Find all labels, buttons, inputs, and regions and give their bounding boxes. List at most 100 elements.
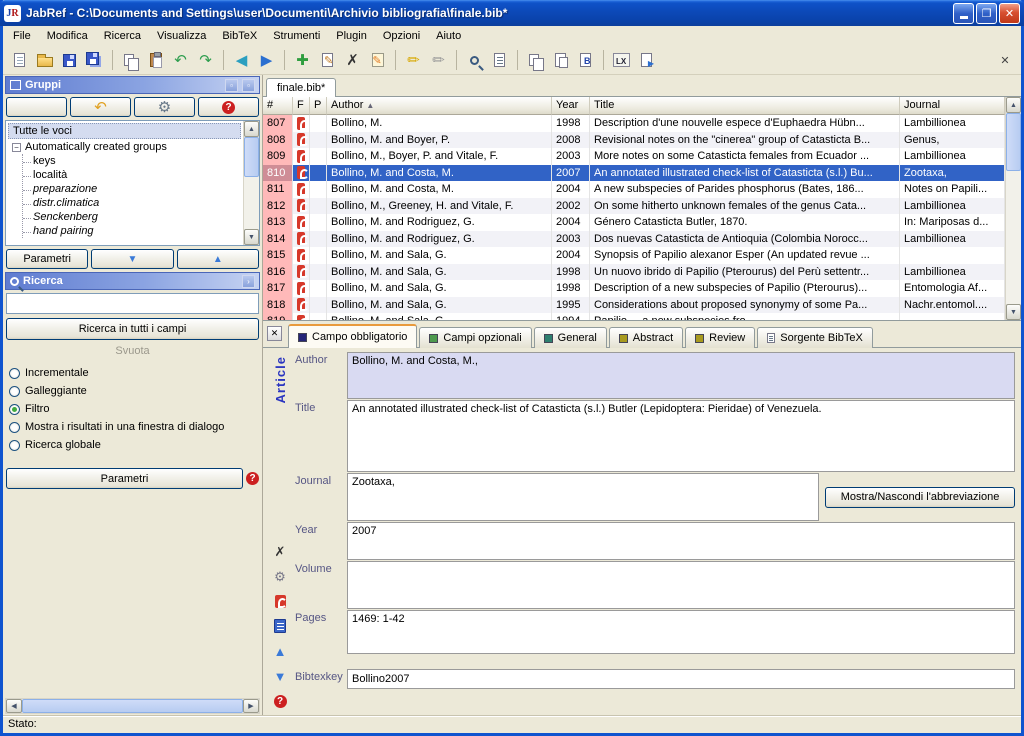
column-header-title[interactable]: Title bbox=[590, 97, 900, 115]
search-panel-collapse-button[interactable]: › bbox=[242, 275, 255, 288]
search-option-incrementale[interactable]: Incrementale bbox=[5, 364, 260, 382]
menu-strumenti[interactable]: Strumenti bbox=[265, 27, 328, 45]
table-scroll-track[interactable] bbox=[1006, 171, 1021, 304]
next-entry-button[interactable]: ▼ bbox=[270, 668, 290, 684]
maximize-button[interactable]: ❐ bbox=[976, 3, 997, 24]
hscroll-left-button[interactable]: ◀ bbox=[6, 699, 22, 713]
file-tab-finale[interactable]: finale.bib* bbox=[266, 78, 336, 97]
unmark-entries-button[interactable]: ✏ bbox=[426, 48, 451, 73]
column-header-p[interactable]: P bbox=[310, 97, 327, 115]
push-to-application-button[interactable] bbox=[634, 48, 659, 73]
tree-scroll-up-button[interactable]: ▲ bbox=[244, 121, 259, 137]
open-url-button[interactable] bbox=[270, 618, 290, 634]
tree-scroll-down-button[interactable]: ▼ bbox=[244, 229, 259, 245]
search-option-ricerca-globale[interactable]: Ricerca globale bbox=[5, 436, 260, 454]
edit-preamble-button[interactable] bbox=[365, 48, 390, 73]
group-item-preparazione[interactable]: preparazione bbox=[23, 182, 243, 196]
new-group-button[interactable] bbox=[6, 97, 67, 117]
entry-row-810[interactable]: 810Bollino, M. and Costa, M.2007An annot… bbox=[263, 165, 1005, 182]
save-all-button[interactable] bbox=[82, 48, 107, 73]
search-parameters-button[interactable]: Parametri bbox=[6, 468, 243, 489]
save-database-button[interactable] bbox=[57, 48, 82, 73]
search-results-button[interactable] bbox=[487, 48, 512, 73]
undo-group-button[interactable]: ↶ bbox=[70, 97, 131, 117]
table-scroll-down-button[interactable]: ▼ bbox=[1006, 304, 1021, 320]
search-all-fields-button[interactable]: Ricerca in tutti i campi bbox=[6, 318, 259, 340]
undo-button[interactable]: ↶ bbox=[168, 48, 193, 73]
open-pdf-button[interactable] bbox=[270, 593, 290, 609]
field-input-author[interactable] bbox=[347, 352, 1015, 399]
editor-tab-general[interactable]: General bbox=[534, 327, 607, 348]
entry-row-814[interactable]: 814Bollino, M. and Rodriguez, G.2003Dos … bbox=[263, 231, 1005, 248]
move-group-down-button[interactable]: ▼ bbox=[91, 249, 173, 269]
menu-aiuto[interactable]: Aiuto bbox=[428, 27, 469, 45]
column-header-year[interactable]: Year bbox=[552, 97, 590, 115]
editor-help-button[interactable]: ? bbox=[270, 693, 290, 709]
field-input-journal[interactable] bbox=[347, 473, 819, 521]
search-input[interactable] bbox=[6, 293, 259, 314]
group-item-all-entries[interactable]: Tutte le voci bbox=[8, 123, 241, 139]
menu-modifica[interactable]: Modifica bbox=[39, 27, 96, 45]
entry-row-812[interactable]: 812Bollino, M., Greeney, H. and Vitale, … bbox=[263, 198, 1005, 215]
group-item-senckenberg[interactable]: Senckenberg bbox=[23, 210, 243, 224]
copy-cite-button[interactable] bbox=[548, 48, 573, 73]
editor-close-button[interactable]: ✕ bbox=[267, 326, 282, 341]
toolbar-close-button[interactable]: ✕ bbox=[997, 52, 1013, 68]
entry-row-819[interactable]: 819Bollino, M. and Sala, G.1994Papilio .… bbox=[263, 313, 1005, 320]
editor-tab-campo-obbligatorio[interactable]: Campo obbligatorio bbox=[288, 324, 417, 348]
group-settings-button[interactable]: ⚙ bbox=[134, 97, 195, 117]
editor-tab-abstract[interactable]: Abstract bbox=[609, 327, 683, 348]
group-help-button[interactable]: ? bbox=[198, 97, 259, 117]
column-header-[interactable]: # bbox=[263, 97, 293, 115]
edit-strings-button[interactable]: ✗ bbox=[340, 48, 365, 73]
entry-row-815[interactable]: 815Bollino, M. and Sala, G.2004Synopsis … bbox=[263, 247, 1005, 264]
close-button[interactable]: ✕ bbox=[999, 3, 1020, 24]
table-scroll-thumb[interactable] bbox=[1006, 113, 1021, 171]
mark-entries-button[interactable]: ✏ bbox=[401, 48, 426, 73]
entry-row-811[interactable]: 811Bollino, M. and Costa, M.2004A new su… bbox=[263, 181, 1005, 198]
group-item-localit[interactable]: località bbox=[23, 168, 243, 182]
clear-search-button[interactable]: Svuota bbox=[5, 342, 260, 361]
column-header-journal[interactable]: Journal bbox=[900, 97, 1005, 115]
back-button[interactable]: ◀ bbox=[229, 48, 254, 73]
tree-toggle-icon[interactable]: − bbox=[12, 143, 21, 152]
search-help-icon[interactable]: ? bbox=[246, 472, 259, 485]
group-item-distr-climatica[interactable]: distr.climatica bbox=[23, 196, 243, 210]
entry-row-817[interactable]: 817Bollino, M. and Sala, G.1998Descripti… bbox=[263, 280, 1005, 297]
paste-button[interactable] bbox=[143, 48, 168, 73]
push-to-latex-button[interactable] bbox=[609, 48, 634, 73]
menu-bibtex[interactable]: BibTeX bbox=[214, 27, 265, 45]
editor-tab-campi-opzionali[interactable]: Campi opzionali bbox=[419, 327, 531, 348]
table-scroll-up-button[interactable]: ▲ bbox=[1006, 97, 1021, 113]
tree-scroll-thumb[interactable] bbox=[244, 137, 259, 177]
menu-visualizza[interactable]: Visualizza bbox=[149, 27, 214, 45]
search-option-mostra-i-risultati-in-una-finestra-di-dialogo[interactable]: Mostra i risultati in una finestra di di… bbox=[5, 418, 260, 436]
previous-entry-button[interactable]: ▲ bbox=[270, 643, 290, 659]
group-item-automatically-created-groups[interactable]: −Automatically created groups bbox=[6, 140, 243, 154]
new-entry-button[interactable]: ✚ bbox=[290, 48, 315, 73]
forward-button[interactable]: ▶ bbox=[254, 48, 279, 73]
menu-opzioni[interactable]: Opzioni bbox=[375, 27, 428, 45]
field-input-title[interactable] bbox=[347, 400, 1015, 472]
field-input-volume[interactable] bbox=[347, 561, 1015, 609]
new-database-button[interactable] bbox=[7, 48, 32, 73]
field-input-pages[interactable] bbox=[347, 610, 1015, 654]
entry-row-813[interactable]: 813Bollino, M. and Rodriguez, G.2004Géne… bbox=[263, 214, 1005, 231]
menu-plugin[interactable]: Plugin bbox=[328, 27, 375, 45]
menu-file[interactable]: File bbox=[5, 27, 39, 45]
move-group-up-button[interactable]: ▲ bbox=[177, 249, 259, 269]
entry-row-816[interactable]: 816Bollino, M. and Sala, G.1998Un nuovo … bbox=[263, 264, 1005, 281]
editor-tab-sorgente-bibtex[interactable]: Sorgente BibTeX bbox=[757, 327, 873, 348]
editor-tab-review[interactable]: Review bbox=[685, 327, 755, 348]
copy-button[interactable] bbox=[118, 48, 143, 73]
open-database-button[interactable] bbox=[32, 48, 57, 73]
column-header-f[interactable]: F bbox=[293, 97, 310, 115]
search-button[interactable] bbox=[462, 48, 487, 73]
group-item-keys[interactable]: keys bbox=[23, 154, 243, 168]
menu-ricerca[interactable]: Ricerca bbox=[96, 27, 149, 45]
entry-row-809[interactable]: 809Bollino, M., Boyer, P. and Vitale, F.… bbox=[263, 148, 1005, 165]
groups-panel-option-button-2[interactable]: ▫ bbox=[242, 79, 255, 92]
entry-row-808[interactable]: 808Bollino, M. and Boyer, P.2008Revision… bbox=[263, 132, 1005, 149]
hscroll-thumb[interactable] bbox=[22, 699, 243, 713]
search-option-filtro[interactable]: Filtro bbox=[5, 400, 260, 418]
